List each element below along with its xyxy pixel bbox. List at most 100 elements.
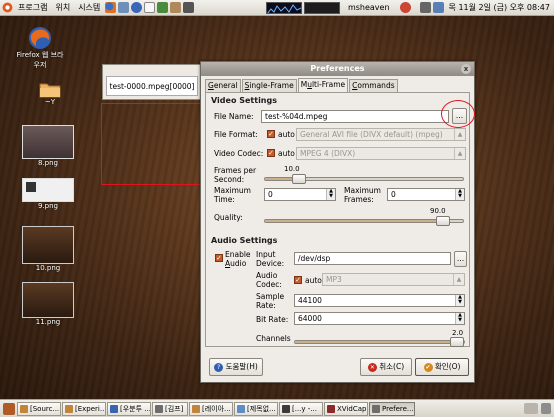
taskbar-button[interactable]: [Experi...	[62, 401, 106, 416]
spin-arrows-icon[interactable]: ▲ ▼	[455, 189, 464, 200]
tab-single-frame[interactable]: Single-Frame	[241, 79, 297, 92]
filename-display: test-0000.mpeg[0000]	[106, 76, 198, 96]
audio-codec-label: Audio Codec:	[256, 271, 282, 289]
spin-arrows-icon[interactable]: ▲ ▼	[455, 295, 464, 306]
fps-label: Frames per Second:	[214, 166, 257, 184]
tab-multi-frame[interactable]: Multi-Frame	[297, 78, 349, 92]
png-8-label: 8.png	[37, 159, 58, 167]
launcher-firefox-icon[interactable]	[105, 2, 117, 13]
fps-slider-handle[interactable]	[291, 174, 306, 184]
firefox-icon	[29, 27, 51, 49]
desktop-icon-firefox[interactable]: Firefox 웹 브라우저	[14, 26, 66, 70]
quality-slider-handle[interactable]	[436, 216, 451, 226]
taskbar-button[interactable]: [우분투 ...	[107, 401, 151, 416]
trash-icon[interactable]	[541, 403, 551, 414]
fps-slider[interactable]	[264, 174, 464, 184]
quality-slider[interactable]	[264, 216, 464, 226]
video-codec-select[interactable]: MPEG 4 (DIVX) ▲	[296, 147, 466, 160]
volume-icon[interactable]	[419, 2, 431, 13]
ok-button-label: 확인(O)	[434, 362, 461, 371]
desktop-icon-png-10[interactable]: 10.png	[20, 226, 76, 272]
video-codec-auto-checkbox[interactable]: ✓	[267, 149, 275, 157]
desktop-icon-png-11[interactable]: 11.png	[20, 282, 76, 326]
max-frames-spinner[interactable]: 0 ▲ ▼	[387, 188, 465, 201]
dialog-titlebar[interactable]: Preferences x	[201, 62, 474, 76]
fps-value: 10.0	[284, 165, 300, 173]
max-time-spinner[interactable]: 0 ▲ ▼	[264, 188, 336, 201]
taskbar-button-label: [Sourc...	[30, 404, 60, 413]
file-name-input[interactable]: test-%04d.mpeg	[261, 110, 449, 123]
folder-label: ~Y	[44, 98, 56, 106]
taskbar-button-label: [김프]	[165, 404, 184, 413]
window-icon	[372, 404, 380, 413]
cancel-icon: ✕	[367, 362, 377, 372]
launcher-camera-icon[interactable]	[183, 2, 195, 13]
ubuntu-logo-icon[interactable]	[2, 2, 13, 13]
dialog-title: Preferences	[310, 64, 365, 73]
cancel-button[interactable]: ✕ 취소(C)	[360, 358, 412, 376]
enable-audio-checkbox[interactable]: ✓	[215, 254, 223, 262]
cpu-monitor-graph-icon	[267, 3, 301, 13]
audio-codec-select[interactable]: MP3 ▲	[322, 273, 465, 286]
window-icon	[110, 404, 118, 413]
taskbar-button[interactable]: [레이아...	[189, 401, 233, 416]
bit-rate-label: Bit Rate:	[256, 315, 289, 324]
desktop-icon-png-8[interactable]: 8.png	[20, 125, 76, 167]
launcher-calc-icon[interactable]	[157, 2, 169, 13]
taskbar-button[interactable]: Prefere...	[369, 401, 415, 416]
taskbar-button[interactable]: [김프]	[152, 401, 188, 416]
window-icon	[65, 404, 73, 413]
taskbar-button-label: [...y -...	[292, 404, 317, 413]
multi-frame-panel: Video Settings File Name: test-%04d.mpeg…	[205, 92, 470, 347]
audio-codec-auto-checkbox[interactable]: ✓	[294, 276, 302, 284]
chevron-down-icon: ▲	[454, 148, 465, 159]
channels-slider[interactable]	[294, 337, 465, 347]
enable-audio-label: Enable Audio	[225, 250, 251, 268]
folder-icon	[39, 83, 61, 98]
taskbar-button[interactable]: [Sourc...	[17, 401, 61, 416]
ok-icon: ✔	[423, 362, 433, 372]
launcher-mail-icon[interactable]	[118, 2, 130, 13]
launcher-help-icon[interactable]	[131, 2, 143, 13]
window-icon	[282, 404, 290, 413]
input-device-label: Input Device:	[256, 250, 285, 268]
spin-arrows-icon[interactable]: ▲ ▼	[326, 189, 335, 200]
sample-rate-spinner[interactable]: 44100 ▲ ▼	[294, 294, 465, 307]
ok-button[interactable]: ✔ 확인(O)	[415, 358, 469, 376]
file-format-select[interactable]: General AVI file (DIVX default) (mpeg) ▲	[296, 128, 466, 141]
network-icon[interactable]	[432, 2, 444, 13]
taskbar-button[interactable]: XVidCap	[324, 401, 368, 416]
desktop-icon-png-9[interactable]: 9.png	[20, 178, 76, 210]
launcher-image-icon[interactable]	[170, 2, 182, 13]
image-thumbnail-icon	[22, 282, 74, 318]
chevron-down-icon: ▲	[454, 129, 465, 140]
launcher-doc-icon[interactable]	[144, 2, 156, 13]
taskbar-button[interactable]: [...y -...	[279, 401, 323, 416]
channels-slider-handle[interactable]	[450, 337, 464, 347]
window-icon	[192, 404, 200, 413]
taskbar-button[interactable]: [제목없...	[234, 401, 278, 416]
help-button[interactable]: ? 도움말(H)	[209, 358, 263, 376]
taskbar-button-label: Prefere...	[382, 404, 414, 413]
workspace-switcher-icon[interactable]	[524, 403, 538, 414]
close-icon[interactable]: x	[461, 64, 471, 74]
show-desktop-icon[interactable]	[3, 402, 15, 415]
quality-value: 90.0	[430, 207, 446, 215]
menu-places[interactable]: 위치	[51, 2, 74, 13]
window-list: [Sourc... [Experi... [우분투 ... [김프] [레이아... [제…	[17, 401, 416, 416]
image-thumbnail-icon	[22, 178, 74, 202]
tab-general[interactable]: General	[205, 79, 241, 92]
menu-system[interactable]: 시스템	[74, 2, 104, 13]
tab-commands[interactable]: Commands	[349, 79, 398, 92]
bit-rate-spinner[interactable]: 64000 ▲ ▼	[294, 312, 465, 325]
input-device-input[interactable]: /dev/dsp	[294, 252, 451, 265]
desktop-icon-folder[interactable]: ~Y	[30, 80, 70, 106]
spin-arrows-icon[interactable]: ▲ ▼	[455, 313, 464, 324]
power-icon[interactable]	[399, 2, 411, 13]
xvidcap-frame-window: test-0000.mpeg[0000]	[102, 64, 202, 100]
menu-applications[interactable]: 프로그램	[14, 2, 51, 13]
clock[interactable]: 목 11월 2일 (금) 오후 08:47	[445, 2, 554, 13]
quality-label: Quality:	[214, 213, 243, 222]
browse-device-button[interactable]: ...	[454, 251, 467, 267]
file-format-auto-checkbox[interactable]: ✓	[267, 130, 275, 138]
